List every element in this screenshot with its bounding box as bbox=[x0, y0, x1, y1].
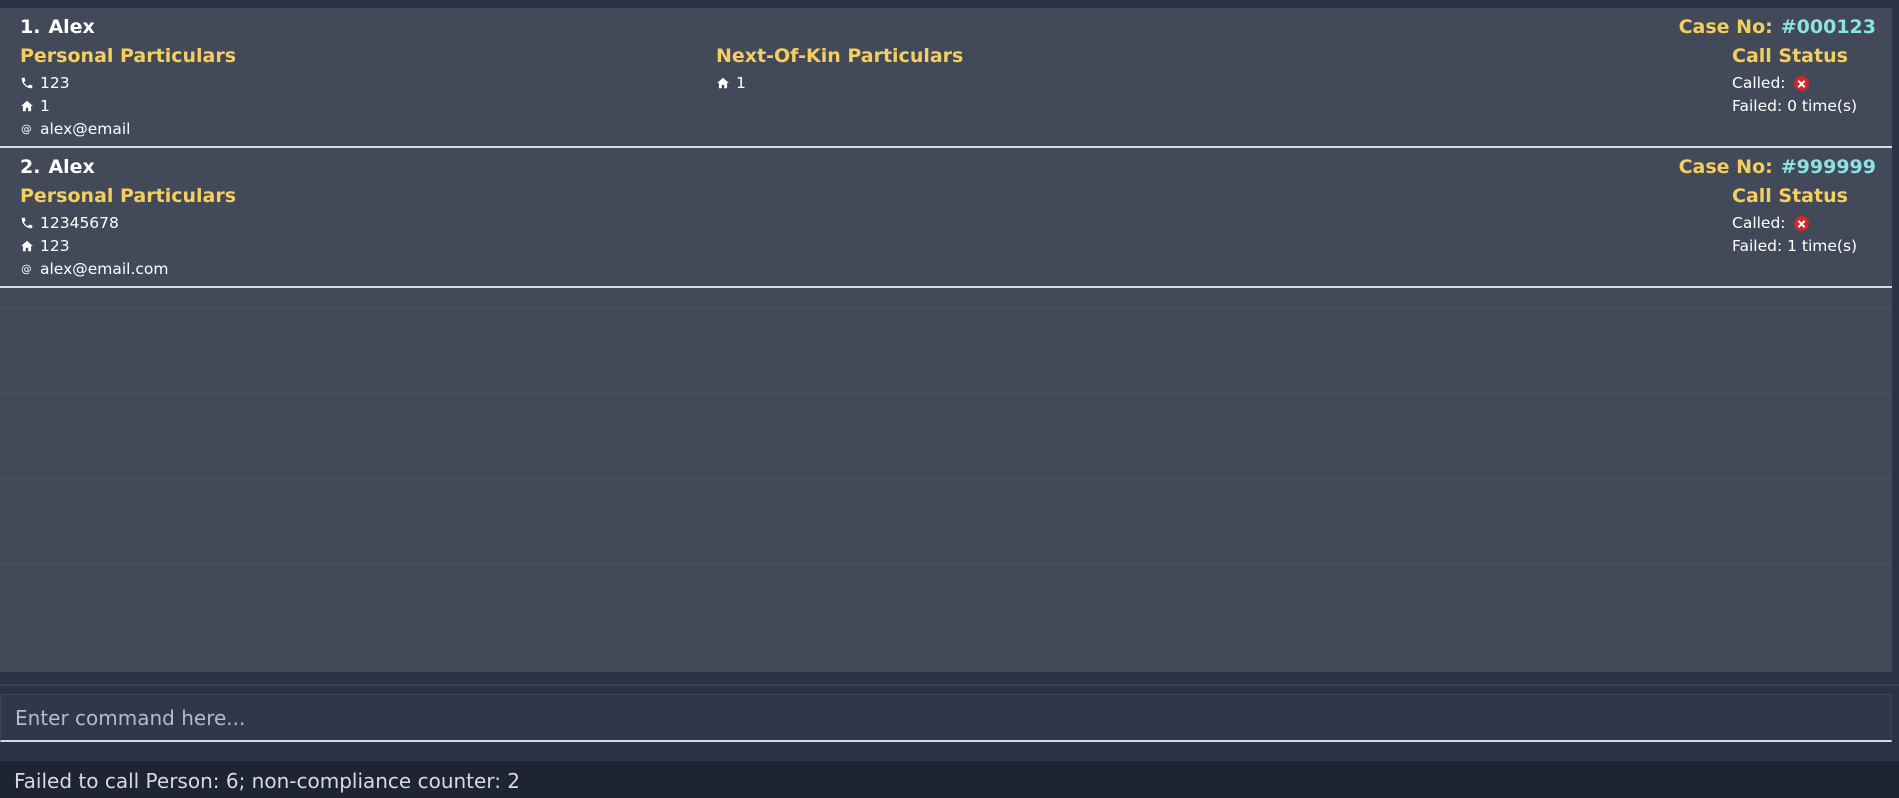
call-status-title: Call Status bbox=[1732, 185, 1848, 207]
phone-value: 12345678 bbox=[40, 214, 119, 232]
empty-list-row bbox=[0, 563, 1892, 648]
person-card[interactable]: 2. Alex Case No: #999999 Personal Particul… bbox=[0, 148, 1892, 288]
failed-count: Failed: 1 time(s) bbox=[1732, 237, 1858, 255]
cross-circle-icon bbox=[1794, 76, 1810, 91]
person-list[interactable]: 1. Alex Case No: #000123 Personal Particul… bbox=[0, 0, 1892, 672]
case-number: Case No: #999999 bbox=[1679, 156, 1876, 178]
at-icon: @ bbox=[20, 262, 34, 276]
phone-value: 123 bbox=[40, 74, 70, 92]
nok-address-field: 1 bbox=[716, 74, 746, 92]
called-label: Called: bbox=[1732, 214, 1786, 232]
result-message: Failed to call Person: 6; non-compliance… bbox=[14, 769, 521, 793]
nok-address-value: 1 bbox=[736, 74, 746, 92]
svg-text:@: @ bbox=[21, 264, 32, 276]
phone-icon bbox=[20, 216, 34, 230]
command-input[interactable] bbox=[1, 695, 1891, 740]
person-name: 2. Alex bbox=[20, 156, 95, 178]
list-scrollbar-track[interactable] bbox=[1892, 0, 1899, 672]
person-index: 1. bbox=[20, 16, 41, 38]
case-number-label: Case No: bbox=[1678, 16, 1773, 38]
call-status-title: Call Status bbox=[1732, 45, 1848, 67]
cross-circle-icon bbox=[1794, 216, 1810, 231]
called-status: Called: bbox=[1732, 74, 1810, 92]
next-of-kin-title: Next-Of-Kin Particulars bbox=[716, 45, 964, 67]
personal-particulars-title: Personal Particulars bbox=[20, 45, 237, 67]
person-index: 2. bbox=[20, 156, 41, 178]
called-status: Called: bbox=[1732, 214, 1810, 232]
person-name: 1. Alex bbox=[20, 16, 95, 38]
called-label: Called: bbox=[1732, 74, 1786, 92]
person-name-text: Alex bbox=[48, 156, 95, 178]
address-value: 1 bbox=[40, 97, 50, 115]
email-field: @ alex@email bbox=[20, 120, 131, 138]
result-display: Failed to call Person: 6; non-compliance… bbox=[0, 760, 1899, 798]
at-icon: @ bbox=[20, 122, 34, 136]
case-number: Case No: #000123 bbox=[1679, 16, 1876, 38]
home-icon bbox=[716, 76, 730, 90]
email-value: alex@email.com bbox=[40, 260, 169, 278]
email-value: alex@email bbox=[40, 120, 131, 138]
phone-icon bbox=[20, 76, 34, 90]
command-box[interactable] bbox=[0, 694, 1892, 742]
person-card[interactable]: 1. Alex Case No: #000123 Personal Particul… bbox=[0, 8, 1892, 148]
person-name-text: Alex bbox=[48, 16, 95, 38]
phone-field: 12345678 bbox=[20, 214, 119, 232]
case-number-label: Case No: bbox=[1678, 156, 1773, 178]
svg-text:@: @ bbox=[21, 124, 32, 136]
home-icon bbox=[20, 239, 34, 253]
personal-particulars-title: Personal Particulars bbox=[20, 185, 237, 207]
address-field: 1 bbox=[20, 97, 50, 115]
case-number-value: #000123 bbox=[1780, 16, 1876, 38]
failed-count: Failed: 0 time(s) bbox=[1732, 97, 1858, 115]
empty-list-row bbox=[0, 393, 1892, 478]
home-icon bbox=[20, 99, 34, 113]
email-field: @ alex@email.com bbox=[20, 260, 169, 278]
pane-divider bbox=[0, 684, 1899, 686]
empty-list-row bbox=[0, 478, 1892, 563]
case-number-value: #999999 bbox=[1780, 156, 1876, 178]
address-value: 123 bbox=[40, 237, 70, 255]
empty-list-row bbox=[0, 308, 1892, 393]
address-field: 123 bbox=[20, 237, 70, 255]
phone-field: 123 bbox=[20, 74, 70, 92]
